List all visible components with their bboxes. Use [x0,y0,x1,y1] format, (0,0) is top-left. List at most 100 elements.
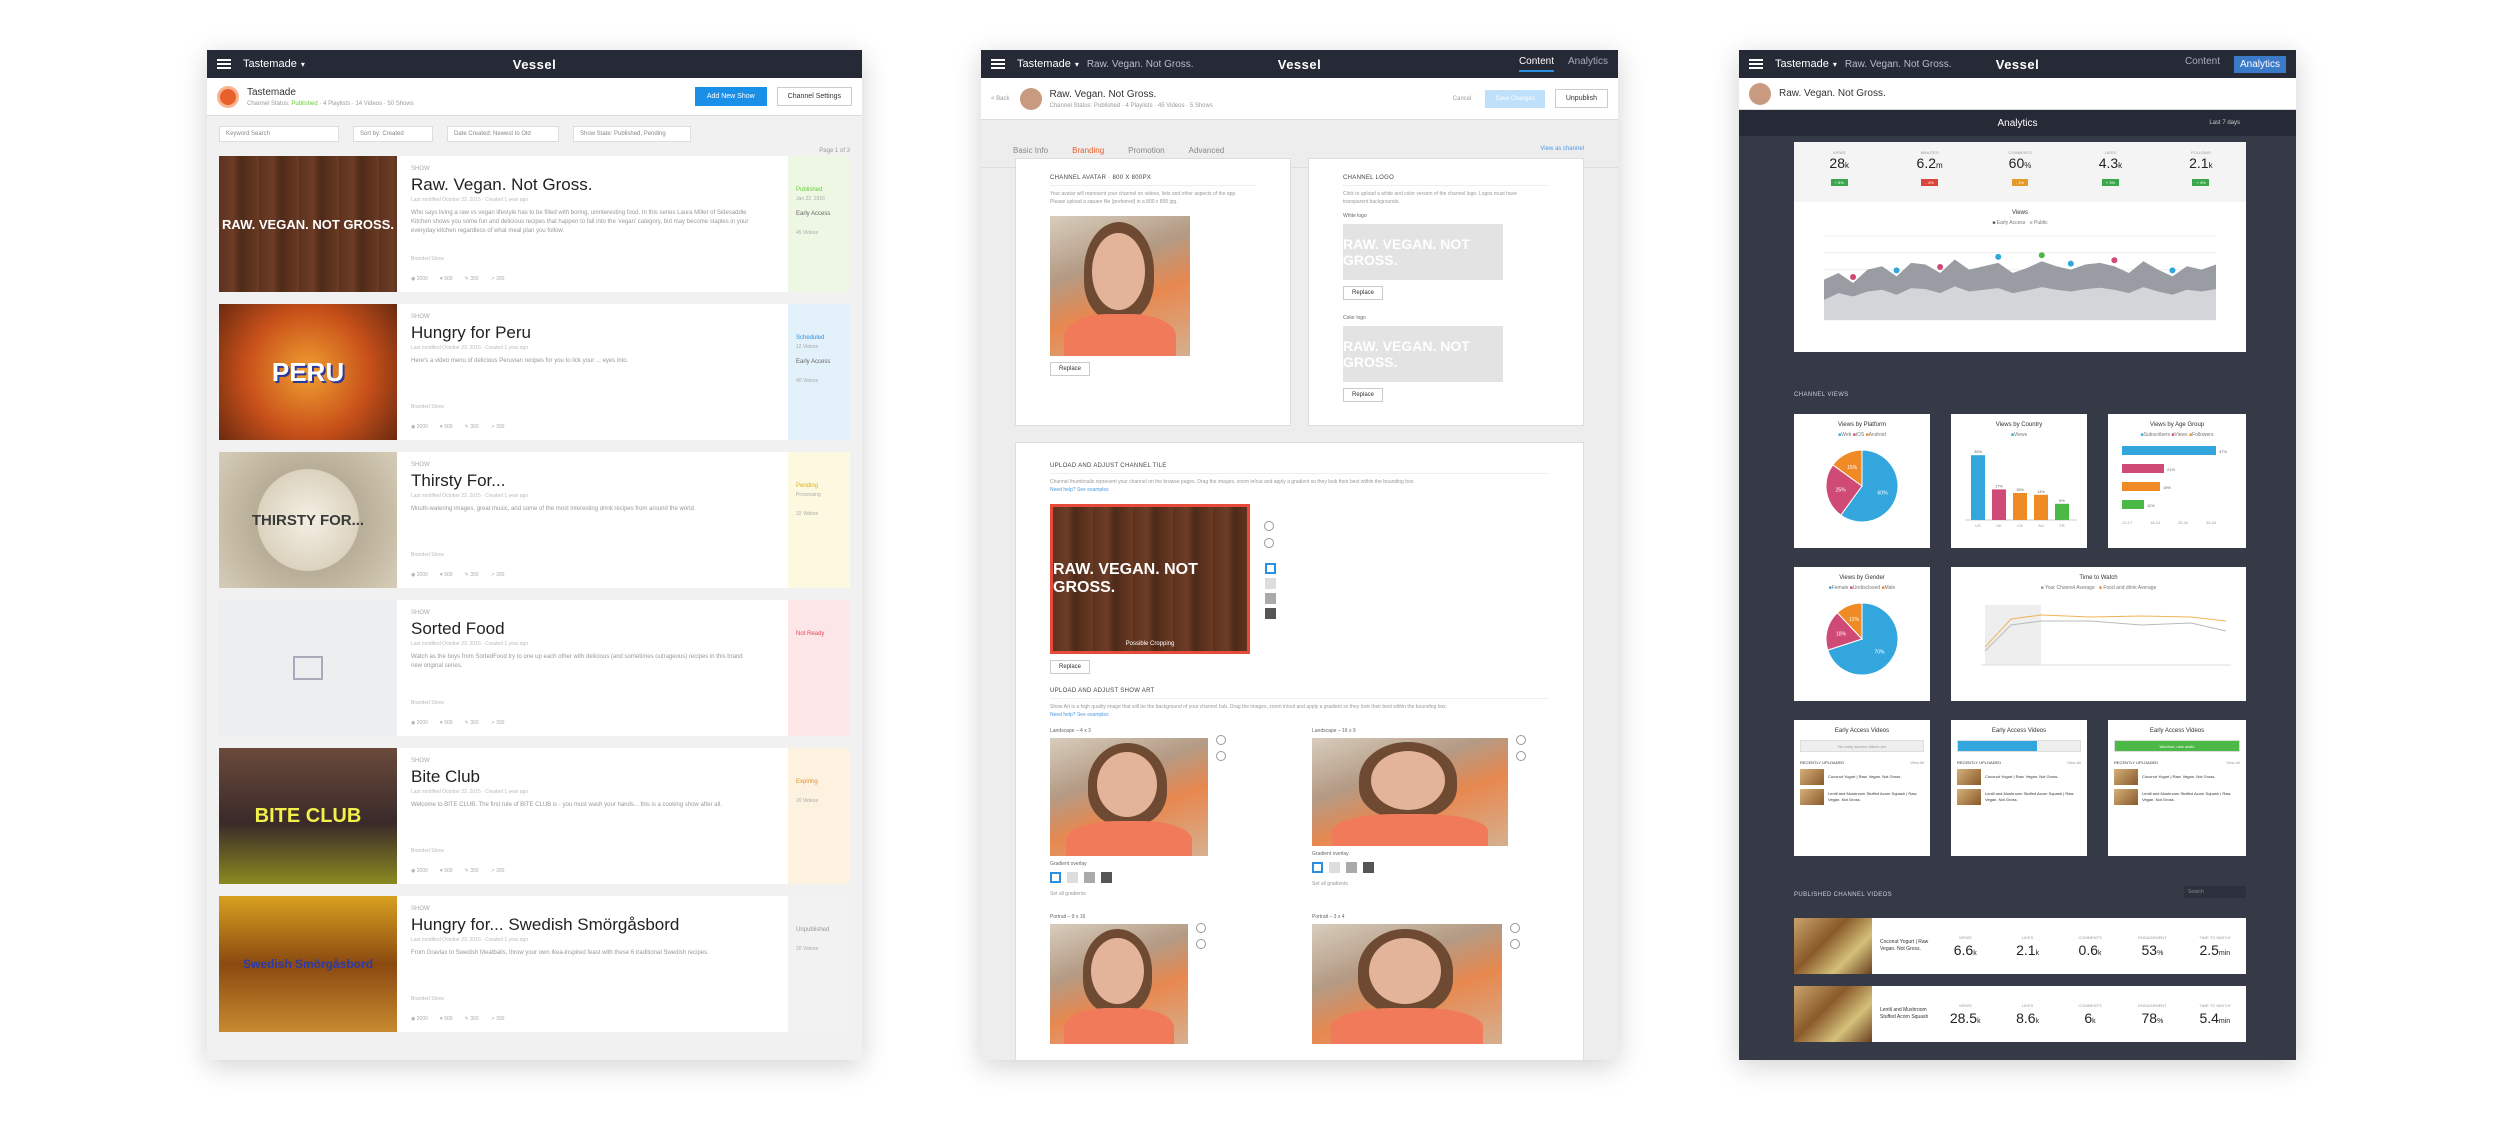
zoom-out-icon[interactable] [1264,538,1274,548]
set-all-gradients-checkbox[interactable]: Set all gradients [1050,890,1208,898]
zoom-in-icon[interactable] [1264,521,1274,531]
menu-icon[interactable] [1749,59,1763,69]
help-link[interactable]: Need help? See examples [1050,711,1549,719]
menu-icon[interactable] [217,59,231,69]
show-title[interactable]: Raw. Vegan. Not Gross. [411,175,774,195]
bar-value-label: 17% [1995,483,2003,488]
zoom-in-icon[interactable] [1510,923,1520,933]
show-thumbnail[interactable]: Swedish Smörgåsbord [219,896,397,1032]
show-card[interactable]: THIRSTY FOR... SHOW Thirsty For... Last … [219,452,850,588]
gradient-swatch-none[interactable] [1265,563,1276,574]
search-input[interactable]: Search [2184,886,2246,898]
view-all-link[interactable]: View All [1910,760,1924,765]
gradient-swatch-light[interactable] [1329,862,1340,873]
add-new-show-button[interactable]: Add New Show [694,87,767,106]
tab-analytics[interactable]: Analytics [1568,56,1608,72]
tab-content[interactable]: Content [1518,56,1554,72]
date-range-dropdown[interactable]: Last 7 days [2209,120,2240,126]
sort-select[interactable]: Sort by: Created [353,126,433,142]
show-title[interactable]: Sorted Food [411,619,774,639]
zoom-out-icon[interactable] [1216,751,1226,761]
table-row[interactable]: Lentil and Mushroom Stuffed Acorn Squash… [1794,986,2246,1042]
gradient-swatch-mid[interactable] [1084,872,1095,883]
breadcrumb[interactable]: Raw. Vegan. Not Gross. [1845,59,1952,70]
zoom-in-icon[interactable] [1216,735,1226,745]
menu-icon[interactable] [991,59,1005,69]
show-card[interactable]: SHOW Sorted Food Last modified October 2… [219,600,850,736]
stat-minutes[interactable]: MINUTES 6.2m - 4% [1884,142,1974,202]
cancel-button[interactable]: Cancel [1453,96,1472,102]
comments-stat: ✎ 350 [464,276,479,282]
zoom-out-icon[interactable] [1510,939,1520,949]
channel-settings-button[interactable]: Channel Settings [776,87,852,106]
brand-dropdown[interactable]: Tastemade [1775,58,1829,70]
landscape-16x9-image[interactable] [1312,738,1508,846]
tab-content[interactable]: Content [2185,56,2220,73]
show-card[interactable]: Swedish Smörgåsbord SHOW Hungry for... S… [219,896,850,1032]
gradient-swatch-mid[interactable] [1265,593,1276,604]
zoom-out-icon[interactable] [1196,939,1206,949]
white-logo-preview[interactable]: RAW. VEGAN. NOT GROSS. [1343,224,1503,280]
shares-stat: ↗ 300 [490,424,505,430]
gradient-swatch-none[interactable] [1050,872,1061,883]
zoom-in-icon[interactable] [1196,923,1206,933]
show-title[interactable]: Bite Club [411,767,774,787]
date-created-select[interactable]: Date Created: Newest to Old [447,126,559,142]
gradient-swatch-light[interactable] [1067,872,1078,883]
save-changes-button[interactable]: Save Changes [1485,89,1545,108]
avatar-image[interactable] [1050,216,1190,356]
show-type: SHOW [411,166,430,172]
stat-views[interactable]: VIEWS 28k + 5% [1794,142,1884,202]
zoom-out-icon[interactable] [1516,751,1526,761]
brand-dropdown[interactable]: Tastemade [1017,58,1071,70]
show-state-select[interactable]: Show State: Published, Pending [573,126,691,142]
set-all-gradients-checkbox[interactable]: Set all gradients [1312,880,1508,888]
show-thumbnail[interactable]: THIRSTY FOR... [219,452,397,588]
show-thumbnail[interactable]: PERU [219,304,397,440]
view-all-link[interactable]: View All [2226,760,2240,765]
channel-tile-preview[interactable]: RAW. VEGAN. NOT GROSS. Possible Cropping [1050,504,1250,654]
replace-button[interactable]: Replace [1050,660,1091,674]
show-title[interactable]: Hungry for... Swedish Smörgåsbord [411,915,774,935]
color-logo-preview[interactable]: RAW. VEGAN. NOT GROSS. [1343,326,1503,382]
portrait-3x4-image[interactable] [1312,924,1502,1044]
unpublish-button[interactable]: Unpublish [1554,89,1608,108]
gradient-swatch-light[interactable] [1265,578,1276,589]
landscape-4x3-image[interactable] [1050,738,1208,856]
keyword-search-input[interactable]: Keyword Search [219,126,339,142]
show-card[interactable]: RAW. VEGAN. NOT GROSS. SHOW Raw. Vegan. … [219,156,850,292]
channel-avatar-card: CHANNEL AVATAR · 800 x 800px Your avatar… [1015,158,1291,426]
show-thumbnail[interactable] [219,600,397,736]
show-card[interactable]: BITE CLUB SHOW Bite Club Last modified O… [219,748,850,884]
show-thumbnail[interactable]: BITE CLUB [219,748,397,884]
tab-analytics[interactable]: Analytics [2233,55,2286,73]
stat-likes[interactable]: LIKES 4.3k + 3% [2065,142,2155,202]
zoom-in-icon[interactable] [1516,735,1526,745]
portrait-9x16-image[interactable] [1050,924,1188,1044]
gradient-swatch-mid[interactable] [1346,862,1357,873]
gradient-swatch-dark[interactable] [1363,862,1374,873]
view-as-channel-link[interactable]: View as channel [1540,146,1584,152]
stat-comments[interactable]: COMMENTS 60% - 1% [1975,142,2065,202]
stat-follows[interactable]: FOLLOWS 2.1k + 4% [2156,142,2246,202]
show-title[interactable]: Thirsty For... [411,471,774,491]
table-row[interactable]: Coconut Yogurt | Raw Vegan. Not Gross. VI… [1794,918,2246,974]
brand-dropdown[interactable]: Tastemade [243,58,297,70]
replace-button[interactable]: Replace [1343,388,1384,402]
views-area-chart [1824,235,2216,321]
replace-button[interactable]: Replace [1050,362,1091,376]
replace-button[interactable]: Replace [1343,286,1384,300]
gradient-swatch-dark[interactable] [1265,608,1276,619]
gradient-swatch-none[interactable] [1312,862,1323,873]
show-card[interactable]: PERU SHOW Hungry for Peru Last modified … [219,304,850,440]
show-description: Mouth-watering images, great music, and … [411,506,696,512]
show-thumbnail[interactable]: RAW. VEGAN. NOT GROSS. [219,156,397,292]
top-bar: Tastemade ▾ Vessel [207,50,862,78]
back-link[interactable]: < Back [991,96,1010,102]
vessel-logo: Vessel [1277,56,1322,72]
view-all-link[interactable]: View All [2067,760,2081,765]
breadcrumb[interactable]: Raw. Vegan. Not Gross. [1087,59,1194,70]
gradient-swatch-dark[interactable] [1101,872,1112,883]
help-link[interactable]: Need help? See examples [1050,486,1549,494]
show-title[interactable]: Hungry for Peru [411,323,774,343]
